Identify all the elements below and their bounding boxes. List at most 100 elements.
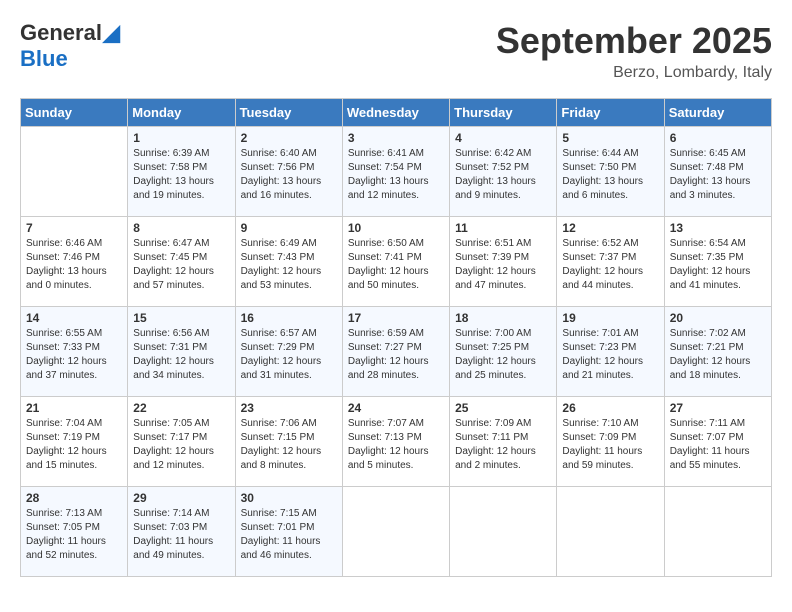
table-row: 28 Sunrise: 7:13 AM Sunset: 7:05 PM Dayl…	[21, 487, 128, 577]
day-info: Sunrise: 6:41 AM Sunset: 7:54 PM Dayligh…	[348, 147, 444, 203]
calendar-week-row: 7 Sunrise: 6:46 AM Sunset: 7:46 PM Dayli…	[21, 217, 772, 307]
sunset-text: Sunset: 7:13 PM	[348, 432, 422, 443]
table-row: 18 Sunrise: 7:00 AM Sunset: 7:25 PM Dayl…	[450, 307, 557, 397]
calendar-header-row: Sunday Monday Tuesday Wednesday Thursday…	[21, 99, 772, 127]
table-row: 12 Sunrise: 6:52 AM Sunset: 7:37 PM Dayl…	[557, 217, 664, 307]
daylight-text: Daylight: 13 hours and 3 minutes.	[670, 176, 751, 201]
table-row: 20 Sunrise: 7:02 AM Sunset: 7:21 PM Dayl…	[664, 307, 771, 397]
sunset-text: Sunset: 7:43 PM	[241, 252, 315, 263]
sunrise-text: Sunrise: 6:50 AM	[348, 238, 424, 249]
table-row: 14 Sunrise: 6:55 AM Sunset: 7:33 PM Dayl…	[21, 307, 128, 397]
day-info: Sunrise: 6:45 AM Sunset: 7:48 PM Dayligh…	[670, 147, 766, 203]
header-friday: Friday	[557, 99, 664, 127]
day-info: Sunrise: 6:40 AM Sunset: 7:56 PM Dayligh…	[241, 147, 337, 203]
table-row: 8 Sunrise: 6:47 AM Sunset: 7:45 PM Dayli…	[128, 217, 235, 307]
sunset-text: Sunset: 7:37 PM	[562, 252, 636, 263]
header-tuesday: Tuesday	[235, 99, 342, 127]
day-info: Sunrise: 6:47 AM Sunset: 7:45 PM Dayligh…	[133, 237, 229, 293]
sunrise-text: Sunrise: 6:42 AM	[455, 148, 531, 159]
day-info: Sunrise: 6:44 AM Sunset: 7:50 PM Dayligh…	[562, 147, 658, 203]
sunrise-text: Sunrise: 7:05 AM	[133, 418, 209, 429]
sunset-text: Sunset: 7:23 PM	[562, 342, 636, 353]
table-row: 10 Sunrise: 6:50 AM Sunset: 7:41 PM Dayl…	[342, 217, 449, 307]
day-number: 28	[26, 491, 122, 505]
table-row: 9 Sunrise: 6:49 AM Sunset: 7:43 PM Dayli…	[235, 217, 342, 307]
sunrise-text: Sunrise: 6:52 AM	[562, 238, 638, 249]
day-number: 2	[241, 131, 337, 145]
day-info: Sunrise: 6:52 AM Sunset: 7:37 PM Dayligh…	[562, 237, 658, 293]
day-number: 18	[455, 311, 551, 325]
sunrise-text: Sunrise: 7:13 AM	[26, 508, 102, 519]
sunset-text: Sunset: 7:27 PM	[348, 342, 422, 353]
sunrise-text: Sunrise: 6:49 AM	[241, 238, 317, 249]
sunrise-text: Sunrise: 6:55 AM	[26, 328, 102, 339]
table-row: 25 Sunrise: 7:09 AM Sunset: 7:11 PM Dayl…	[450, 397, 557, 487]
day-number: 7	[26, 221, 122, 235]
daylight-text: Daylight: 12 hours and 12 minutes.	[133, 446, 214, 471]
calendar-week-row: 28 Sunrise: 7:13 AM Sunset: 7:05 PM Dayl…	[21, 487, 772, 577]
sunset-text: Sunset: 7:50 PM	[562, 162, 636, 173]
table-row: 1 Sunrise: 6:39 AM Sunset: 7:58 PM Dayli…	[128, 127, 235, 217]
day-info: Sunrise: 7:00 AM Sunset: 7:25 PM Dayligh…	[455, 327, 551, 383]
day-number: 15	[133, 311, 229, 325]
daylight-text: Daylight: 12 hours and 18 minutes.	[670, 356, 751, 381]
daylight-text: Daylight: 12 hours and 21 minutes.	[562, 356, 643, 381]
sunrise-text: Sunrise: 6:51 AM	[455, 238, 531, 249]
day-number: 30	[241, 491, 337, 505]
logo-icon: ◢	[103, 20, 120, 46]
header-monday: Monday	[128, 99, 235, 127]
sunrise-text: Sunrise: 7:06 AM	[241, 418, 317, 429]
sunset-text: Sunset: 7:17 PM	[133, 432, 207, 443]
daylight-text: Daylight: 11 hours and 52 minutes.	[26, 536, 106, 561]
daylight-text: Daylight: 12 hours and 5 minutes.	[348, 446, 429, 471]
table-row	[450, 487, 557, 577]
sunrise-text: Sunrise: 6:56 AM	[133, 328, 209, 339]
daylight-text: Daylight: 12 hours and 53 minutes.	[241, 266, 322, 291]
sunset-text: Sunset: 7:33 PM	[26, 342, 100, 353]
day-number: 17	[348, 311, 444, 325]
daylight-text: Daylight: 12 hours and 50 minutes.	[348, 266, 429, 291]
sunset-text: Sunset: 7:48 PM	[670, 162, 744, 173]
day-number: 10	[348, 221, 444, 235]
day-number: 9	[241, 221, 337, 235]
daylight-text: Daylight: 12 hours and 47 minutes.	[455, 266, 536, 291]
day-number: 20	[670, 311, 766, 325]
table-row: 29 Sunrise: 7:14 AM Sunset: 7:03 PM Dayl…	[128, 487, 235, 577]
table-row: 3 Sunrise: 6:41 AM Sunset: 7:54 PM Dayli…	[342, 127, 449, 217]
sunrise-text: Sunrise: 7:09 AM	[455, 418, 531, 429]
sunrise-text: Sunrise: 6:57 AM	[241, 328, 317, 339]
table-row: 4 Sunrise: 6:42 AM Sunset: 7:52 PM Dayli…	[450, 127, 557, 217]
page-header: General ◢ Blue September 2025 Berzo, Lom…	[20, 20, 772, 82]
table-row: 15 Sunrise: 6:56 AM Sunset: 7:31 PM Dayl…	[128, 307, 235, 397]
sunrise-text: Sunrise: 7:15 AM	[241, 508, 317, 519]
header-sunday: Sunday	[21, 99, 128, 127]
sunset-text: Sunset: 7:45 PM	[133, 252, 207, 263]
day-info: Sunrise: 6:39 AM Sunset: 7:58 PM Dayligh…	[133, 147, 229, 203]
day-info: Sunrise: 7:01 AM Sunset: 7:23 PM Dayligh…	[562, 327, 658, 383]
day-number: 25	[455, 401, 551, 415]
daylight-text: Daylight: 13 hours and 6 minutes.	[562, 176, 643, 201]
daylight-text: Daylight: 13 hours and 0 minutes.	[26, 266, 107, 291]
sunrise-text: Sunrise: 7:11 AM	[670, 418, 745, 429]
daylight-text: Daylight: 13 hours and 12 minutes.	[348, 176, 429, 201]
sunrise-text: Sunrise: 7:02 AM	[670, 328, 746, 339]
day-number: 24	[348, 401, 444, 415]
day-info: Sunrise: 7:07 AM Sunset: 7:13 PM Dayligh…	[348, 417, 444, 473]
daylight-text: Daylight: 11 hours and 46 minutes.	[241, 536, 321, 561]
sunrise-text: Sunrise: 6:44 AM	[562, 148, 638, 159]
table-row: 16 Sunrise: 6:57 AM Sunset: 7:29 PM Dayl…	[235, 307, 342, 397]
day-number: 22	[133, 401, 229, 415]
table-row	[664, 487, 771, 577]
day-number: 19	[562, 311, 658, 325]
day-info: Sunrise: 6:46 AM Sunset: 7:46 PM Dayligh…	[26, 237, 122, 293]
table-row: 5 Sunrise: 6:44 AM Sunset: 7:50 PM Dayli…	[557, 127, 664, 217]
day-info: Sunrise: 6:59 AM Sunset: 7:27 PM Dayligh…	[348, 327, 444, 383]
daylight-text: Daylight: 13 hours and 19 minutes.	[133, 176, 214, 201]
day-number: 5	[562, 131, 658, 145]
day-number: 16	[241, 311, 337, 325]
table-row: 26 Sunrise: 7:10 AM Sunset: 7:09 PM Dayl…	[557, 397, 664, 487]
table-row: 24 Sunrise: 7:07 AM Sunset: 7:13 PM Dayl…	[342, 397, 449, 487]
logo: General ◢ Blue	[20, 20, 121, 72]
logo-blue: Blue	[20, 46, 68, 72]
sunset-text: Sunset: 7:56 PM	[241, 162, 315, 173]
